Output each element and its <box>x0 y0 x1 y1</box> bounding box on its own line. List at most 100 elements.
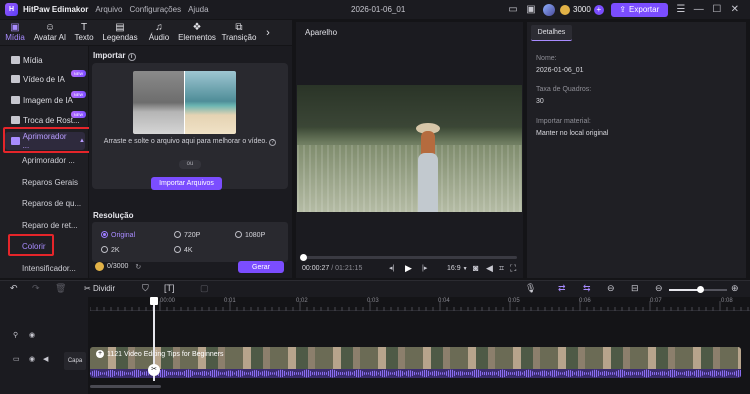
field-framerate-value: 30 <box>536 98 544 105</box>
tab-transition[interactable]: ⧉ Transição <box>218 20 260 45</box>
playhead-handle[interactable] <box>150 297 158 305</box>
sidebar-sub-portrait-repair[interactable]: Reparo de ret... <box>22 221 78 230</box>
sidebar-sub-general-repair[interactable]: Reparos Gerais <box>22 178 78 187</box>
shield-icon[interactable]: ⛉ <box>142 283 149 294</box>
track-headers <box>0 297 88 394</box>
option-1080p[interactable]: 1080P <box>235 231 265 239</box>
track-visibility-icon[interactable]: ◉ <box>29 331 35 339</box>
aspect-ratio-select[interactable]: 16:9 ▼ <box>447 265 468 272</box>
generate-button[interactable]: Gerar <box>238 261 284 273</box>
app-logo-icon: H <box>5 3 18 16</box>
tab-media[interactable]: ▣ Mídia <box>0 20 30 45</box>
feedback-icon[interactable]: ▭ <box>504 1 522 19</box>
field-framerate-label: Taxa de Quadros: <box>536 86 592 93</box>
ai-image-icon <box>11 96 20 104</box>
zoom-out-icon[interactable]: ⊖ <box>655 283 663 294</box>
playback-progress[interactable] <box>300 254 517 261</box>
delete-icon[interactable]: 🗑 <box>55 283 66 294</box>
chain-icon[interactable]: ⊖ <box>607 283 615 294</box>
screenshot-icon[interactable]: ▢ <box>200 283 209 294</box>
undo-icon[interactable]: ↶ <box>10 283 18 294</box>
option-720p[interactable]: 720P <box>174 231 200 239</box>
microphone-icon[interactable]: 🎙 <box>525 283 536 294</box>
menu-settings[interactable]: Configurações <box>129 5 181 14</box>
track-audio-icon[interactable]: ◀ <box>43 355 48 363</box>
media-icon: ▣ <box>10 22 20 33</box>
play-icon[interactable]: ▶ <box>405 263 412 274</box>
sidebar: Mídia Vídeo de IA NEW Imagem de IA NEW T… <box>0 46 93 278</box>
close-icon[interactable]: ✕ <box>726 1 744 19</box>
cover-button[interactable]: Capa <box>64 352 86 370</box>
sidebar-sub-enhancer[interactable]: Aprimorador ... <box>22 156 75 165</box>
sidebar-item-ai-image[interactable]: Imagem de IA <box>5 91 73 109</box>
radio-off-icon <box>174 246 181 253</box>
zoom-in-icon[interactable]: ⊕ <box>731 283 739 294</box>
tab-details[interactable]: Detalhes <box>531 25 572 41</box>
tabs-next-icon[interactable]: › <box>260 20 276 45</box>
export-button[interactable]: ⇪ Exportar <box>610 2 668 17</box>
credits-display[interactable]: 3000 + <box>560 4 604 15</box>
compare-divider[interactable] <box>184 71 185 134</box>
tab-audio[interactable]: ♫ Áudio <box>142 20 176 45</box>
progress-thumb[interactable] <box>300 254 307 261</box>
radio-on-icon <box>101 231 108 238</box>
drop-zone[interactable]: Arraste e solte o arquivo aqui para melh… <box>92 63 288 190</box>
refresh-icon[interactable]: ↻ <box>135 263 141 271</box>
avatar[interactable] <box>540 1 558 19</box>
snapshot-icon[interactable]: ◙ <box>473 263 478 273</box>
minimize-icon[interactable]: — <box>690 1 708 19</box>
option-2k[interactable]: 2K <box>101 246 120 254</box>
import-files-button[interactable]: Importar Arquivos <box>151 177 222 190</box>
resolution-title: Resolução <box>93 211 134 220</box>
next-frame-icon[interactable]: |▸ <box>422 264 427 272</box>
field-name-value: 2026-01-06_01 <box>536 67 584 74</box>
new-badge: NEW <box>71 70 86 77</box>
add-credits-icon[interactable]: + <box>593 4 604 15</box>
radio-off-icon <box>235 231 242 238</box>
video-preview <box>297 85 522 212</box>
volume-icon[interactable]: ◀ <box>486 263 493 274</box>
sidebar-item-ai-video[interactable]: Vídeo de IA <box>5 70 65 88</box>
tree-line <box>297 85 522 127</box>
archive-icon[interactable]: ▣ <box>522 1 540 19</box>
track-lock-icon[interactable]: ▭ <box>13 355 20 363</box>
info-icon[interactable]: ? <box>269 139 277 146</box>
sidebar-sub-intensifier[interactable]: Intensificador... <box>22 264 76 273</box>
split-button[interactable]: ✂ Dividir <box>84 284 115 293</box>
maximize-icon[interactable]: ☐ <box>708 1 726 19</box>
timeline-scrollbar[interactable] <box>90 385 161 388</box>
flower-field <box>297 145 522 212</box>
video-clip[interactable]: +1121 Video Editing Tips for Beginners <box>90 347 741 378</box>
track-eye-icon[interactable]: ◉ <box>29 355 35 363</box>
fullscreen-icon[interactable]: ⛶ <box>510 263 516 274</box>
sidebar-sub-quality-repair[interactable]: Reparos de qu... <box>22 199 81 208</box>
subtitle-track-icon[interactable]: ⊟ <box>631 283 639 294</box>
magnet-icon[interactable]: ⇆ <box>583 283 591 294</box>
zoom-slider-thumb[interactable] <box>697 286 704 293</box>
tab-avatar-ai[interactable]: ☺ Avatar AI <box>30 20 70 45</box>
tick-label: 0:07 <box>650 298 662 304</box>
player-title: Aparelho <box>305 28 338 37</box>
text-tool-icon[interactable]: [T] <box>164 283 175 293</box>
coin-icon <box>560 4 570 15</box>
prev-frame-icon[interactable]: ◂| <box>389 264 394 272</box>
redo-icon[interactable]: ↷ <box>32 283 40 294</box>
tick-label: 0:04 <box>438 298 450 304</box>
split-marker-icon[interactable]: ✂ <box>148 364 160 376</box>
tab-text[interactable]: T Texto <box>70 20 98 45</box>
menu-icon[interactable]: ☰ <box>672 1 690 19</box>
sidebar-item-media[interactable]: Mídia <box>5 51 43 69</box>
menu-file[interactable]: Arquivo <box>95 5 122 14</box>
zoom-slider[interactable] <box>669 286 727 293</box>
add-icon[interactable]: + <box>96 350 104 358</box>
track-effect-icon[interactable]: ⚲ <box>13 331 18 339</box>
menu-help[interactable]: Ajuda <box>188 5 208 14</box>
option-4k[interactable]: 4K <box>174 246 193 254</box>
option-original[interactable]: Original <box>101 231 135 239</box>
tab-subtitles[interactable]: ▤ Legendas <box>98 20 142 45</box>
link-icon[interactable]: ⇄ <box>558 283 566 294</box>
tab-elements[interactable]: ❖ Elementos <box>176 20 218 45</box>
crop-icon[interactable]: ⌗ <box>499 263 504 274</box>
info-icon[interactable]: i <box>127 53 136 61</box>
timeline: ⚲ ◉ ▭ ◉ ◀ Capa 00:00 0:01 0:02 0:03 0:04… <box>0 297 750 394</box>
